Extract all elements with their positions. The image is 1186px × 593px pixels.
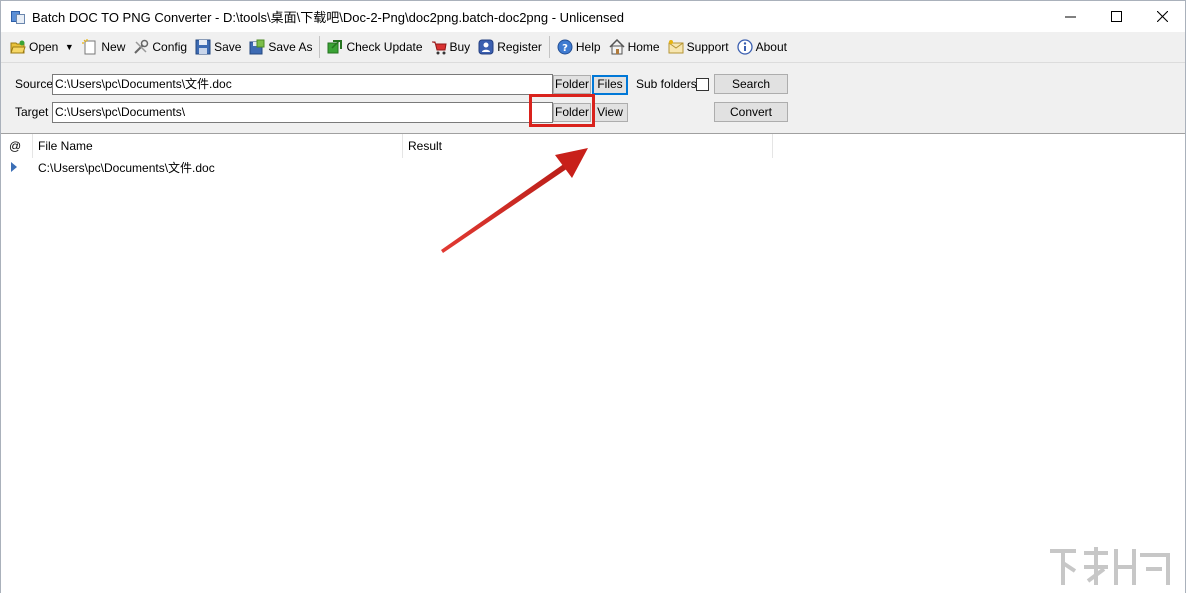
column-header-status[interactable]: @	[4, 134, 33, 158]
new-button[interactable]: New	[78, 35, 129, 59]
search-button[interactable]: Search	[714, 74, 788, 94]
chevron-down-icon: ▼	[64, 42, 74, 52]
save-label: Save	[214, 40, 242, 54]
watermark-logo-icon	[1050, 547, 1170, 585]
svg-text:?: ?	[562, 43, 568, 54]
app-icon	[10, 9, 26, 25]
column-header-file-name[interactable]: File Name	[33, 134, 403, 158]
subfolders-label: Sub folders	[636, 77, 697, 91]
source-folder-button[interactable]: Folder	[553, 75, 591, 94]
target-view-button[interactable]: View	[592, 103, 628, 122]
source-files-button[interactable]: Files	[592, 75, 628, 95]
source-input[interactable]: C:\Users\pc\Documents\文件.doc	[52, 74, 553, 95]
config-label: Config	[152, 40, 188, 54]
app-window: Batch DOC TO PNG Converter - D:\tools\桌面…	[0, 0, 1186, 593]
file-name-cell: C:\Users\pc\Documents\文件.doc	[38, 161, 215, 175]
buy-button[interactable]: Buy	[427, 35, 475, 59]
save-button[interactable]: Save	[191, 35, 245, 59]
support-label: Support	[686, 40, 729, 54]
window-title: Batch DOC TO PNG Converter - D:\tools\桌面…	[32, 10, 624, 25]
annotation-highlight-box	[529, 94, 595, 127]
info-icon	[736, 39, 753, 55]
toolbar-separator	[319, 36, 321, 58]
maximize-button[interactable]	[1093, 1, 1139, 32]
open-dropdown-button[interactable]: ▼	[62, 35, 76, 59]
buy-label: Buy	[449, 40, 471, 54]
help-label: Help	[575, 40, 601, 54]
maximize-icon	[1110, 11, 1122, 22]
row-pointer-icon	[11, 162, 17, 172]
support-icon	[668, 39, 684, 55]
help-button[interactable]: ? Help	[553, 35, 605, 59]
about-label: About	[755, 40, 787, 54]
new-doc-icon	[82, 39, 98, 55]
cart-icon	[431, 39, 447, 55]
key-icon	[478, 39, 494, 55]
home-icon	[609, 39, 625, 55]
home-button[interactable]: Home	[605, 35, 664, 59]
about-button[interactable]: About	[733, 35, 791, 59]
subfolders-checkbox[interactable]	[696, 78, 709, 91]
close-button[interactable]	[1139, 1, 1185, 32]
column-header-result[interactable]: Result	[403, 134, 773, 158]
window-controls	[1047, 1, 1185, 32]
minimize-button[interactable]	[1047, 1, 1093, 32]
folder-open-icon	[10, 39, 26, 55]
open-label: Open	[29, 40, 59, 54]
support-button[interactable]: Support	[664, 35, 733, 59]
config-button[interactable]: Config	[129, 35, 191, 59]
open-button[interactable]: Open	[6, 35, 62, 59]
home-label: Home	[627, 40, 660, 54]
check-update-button[interactable]: Check Update	[323, 35, 426, 59]
file-list[interactable]: @ File Name Result C:\Users\pc\Documents…	[1, 133, 1185, 593]
minimize-icon	[1064, 16, 1076, 18]
table-row[interactable]: C:\Users\pc\Documents\文件.doc	[1, 158, 1185, 178]
target-label: Target	[15, 105, 49, 119]
floppy-icon	[195, 39, 211, 55]
title-bar: Batch DOC TO PNG Converter - D:\tools\桌面…	[1, 1, 1185, 32]
save-as-button[interactable]: Save As	[245, 35, 316, 59]
floppy-as-icon	[249, 39, 265, 55]
tools-icon	[133, 39, 149, 55]
register-label: Register	[497, 40, 542, 54]
convert-button[interactable]: Convert	[714, 102, 788, 122]
close-icon	[1156, 11, 1168, 22]
check-update-label: Check Update	[346, 40, 423, 54]
toolbar-separator	[548, 36, 550, 58]
target-input[interactable]: C:\Users\pc\Documents\	[52, 102, 553, 123]
new-label: New	[101, 40, 126, 54]
save-as-label: Save As	[268, 40, 313, 54]
source-label: Source	[15, 77, 54, 91]
list-header: @ File Name Result	[1, 134, 1185, 158]
help-icon: ?	[557, 39, 573, 55]
update-icon	[327, 39, 343, 55]
register-button[interactable]: Register	[474, 35, 546, 59]
toolbar: Open ▼ New Config Save Save As Check Upd…	[1, 32, 1185, 62]
